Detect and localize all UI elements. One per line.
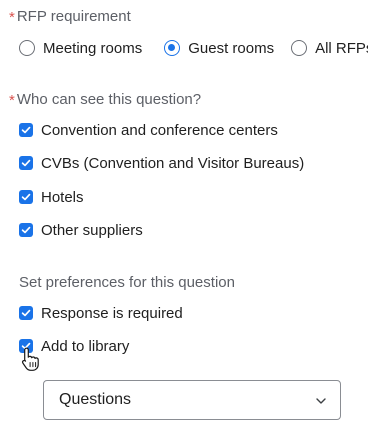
checkbox-checked-icon[interactable] — [19, 190, 33, 204]
radio-meeting-rooms[interactable]: Meeting rooms — [19, 40, 142, 57]
checkbox-other-suppliers[interactable]: Other suppliers — [19, 220, 143, 240]
checkbox-label-add-to-library: Add to library — [41, 337, 130, 355]
radio-label-all-rfps: All RFPs — [315, 39, 368, 57]
required-asterisk: * — [9, 92, 15, 109]
checkbox-label-other-suppliers: Other suppliers — [41, 221, 143, 239]
radio-label-guest-rooms: Guest rooms — [188, 39, 275, 57]
radio-circle-meeting-rooms[interactable] — [19, 40, 35, 56]
radio-circle-guest-rooms[interactable] — [164, 40, 181, 56]
library-folder-select-value: Questions — [59, 391, 132, 408]
checkbox-hotels[interactable]: Hotels — [19, 187, 84, 207]
checkbox-checked-icon[interactable] — [19, 223, 33, 237]
rfp-requirement-radio-group: Meeting rooms Guest rooms All RFPs — [19, 38, 368, 58]
checkbox-label-response-required: Response is required — [41, 304, 183, 322]
checkbox-label-cvbs: CVBs (Convention and Visitor Bureaus) — [41, 154, 305, 172]
checkbox-convention-centers[interactable]: Convention and conference centers — [19, 120, 278, 140]
preferences-label: Set preferences for this question — [19, 274, 235, 291]
radio-guest-rooms[interactable]: Guest rooms — [164, 40, 274, 57]
rfp-requirement-title: RFP requirement — [16, 8, 131, 25]
radio-circle-all-rfps[interactable] — [291, 40, 308, 56]
checkbox-label-convention-centers: Convention and conference centers — [41, 121, 278, 139]
required-asterisk: * — [9, 9, 15, 26]
radio-all-rfps[interactable]: All RFPs — [291, 40, 368, 57]
checkbox-checked-icon[interactable] — [19, 339, 33, 353]
chevron-down-icon[interactable] — [315, 395, 327, 407]
checkbox-cvbs[interactable]: CVBs (Convention and Visitor Bureaus) — [19, 153, 304, 173]
question-settings-panel: * RFP requirement Meeting rooms Guest ro… — [0, 0, 368, 438]
radio-label-meeting-rooms: Meeting rooms — [43, 39, 143, 57]
visibility-label: * Who can see this question? — [9, 91, 202, 109]
rfp-requirement-label: * RFP requirement — [9, 8, 131, 26]
checkbox-response-required[interactable]: Response is required — [19, 303, 183, 323]
library-folder-select[interactable]: Questions — [43, 380, 341, 420]
checkbox-label-hotels: Hotels — [41, 188, 84, 206]
checkbox-add-to-library[interactable]: Add to library — [19, 336, 129, 356]
visibility-title: Who can see this question? — [16, 91, 202, 108]
checkbox-checked-icon[interactable] — [19, 306, 33, 320]
checkbox-checked-icon[interactable] — [19, 156, 33, 170]
checkbox-checked-icon[interactable] — [19, 123, 33, 137]
preferences-title: Set preferences for this question — [19, 274, 235, 291]
